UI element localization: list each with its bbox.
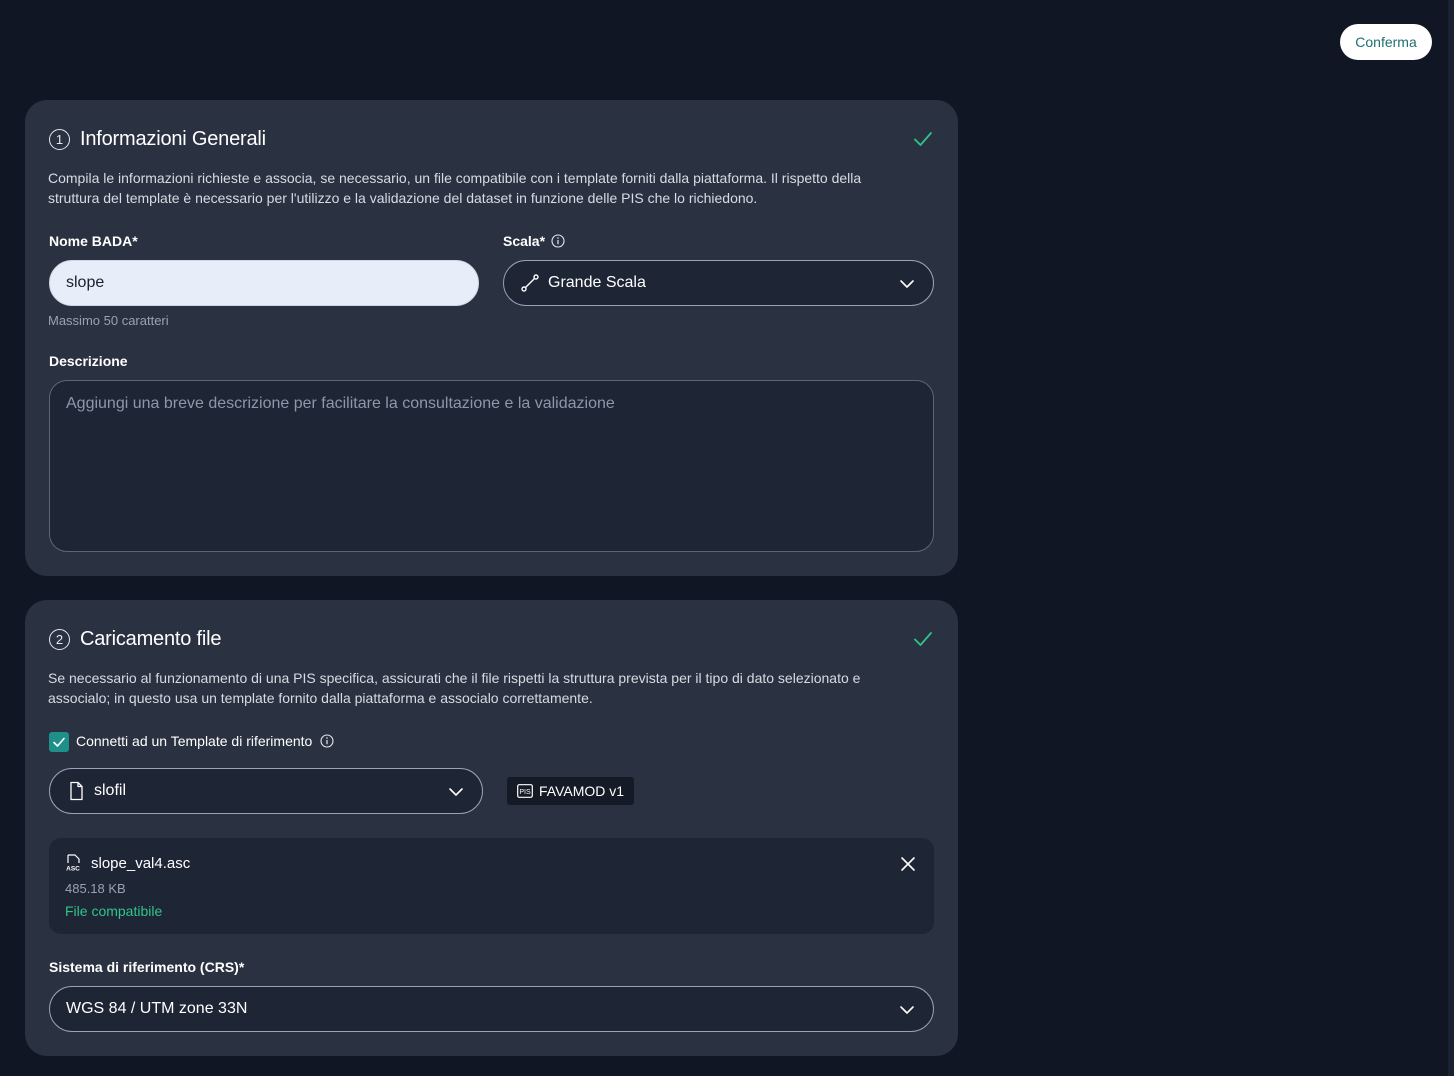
info-icon[interactable] bbox=[551, 234, 565, 248]
step-number: 2 bbox=[49, 628, 70, 650]
name-label-text: Nome BADA* bbox=[49, 233, 138, 249]
file-upload-card: 2 Caricamento file Se necessario al funz… bbox=[25, 600, 958, 1056]
template-checkbox[interactable] bbox=[49, 732, 69, 752]
confirm-button[interactable]: Conferma bbox=[1340, 24, 1432, 60]
file-status: File compatibile bbox=[65, 903, 163, 919]
chevron-down-icon bbox=[449, 788, 463, 796]
description-textarea[interactable] bbox=[49, 380, 934, 552]
name-label: Nome BADA* bbox=[49, 233, 138, 249]
template-value: slofil bbox=[94, 782, 127, 799]
description-label: Descrizione bbox=[49, 353, 128, 369]
template-select[interactable]: slofil bbox=[49, 768, 483, 814]
section-title: Informazioni Generali bbox=[80, 127, 266, 150]
crs-select[interactable]: WGS 84 / UTM zone 33N bbox=[49, 986, 934, 1032]
asc-file-icon: ASC bbox=[66, 854, 80, 873]
template-checkbox-label: Connetti ad un Template di riferimento bbox=[76, 733, 334, 749]
crs-value: WGS 84 / UTM zone 33N bbox=[66, 1000, 248, 1017]
section-title: Caricamento file bbox=[80, 627, 222, 650]
file-name-row: ASC slope_val4.asc bbox=[65, 854, 190, 872]
scale-label: Scala* bbox=[503, 233, 565, 249]
close-icon[interactable] bbox=[898, 854, 918, 874]
chevron-down-icon bbox=[900, 1006, 914, 1014]
step-number: 1 bbox=[49, 128, 70, 150]
file-size: 485.18 KB bbox=[65, 881, 126, 896]
svg-text:PIS: PIS bbox=[519, 789, 531, 796]
pis-badge-label: FAVAMOD v1 bbox=[539, 783, 625, 799]
check-icon bbox=[914, 632, 932, 646]
name-hint: Massimo 50 caratteri bbox=[48, 313, 169, 328]
pis-icon: PIS bbox=[517, 784, 533, 798]
file-name: slope_val4.asc bbox=[91, 854, 191, 872]
scale-line-icon bbox=[521, 274, 539, 292]
general-info-header: 1 Informazioni Generali bbox=[49, 126, 934, 152]
checkmark-icon bbox=[53, 737, 65, 747]
info-icon[interactable] bbox=[320, 734, 334, 748]
description-label-text: Descrizione bbox=[49, 353, 128, 369]
scale-label-text: Scala* bbox=[503, 233, 546, 249]
file-upload-header: 2 Caricamento file bbox=[49, 626, 934, 652]
scrollbar[interactable] bbox=[1448, 0, 1454, 1076]
check-icon bbox=[914, 132, 932, 146]
chevron-down-icon bbox=[900, 280, 914, 288]
crs-label: Sistema di riferimento (CRS)* bbox=[49, 959, 244, 975]
section-description: Compila le informazioni richieste e asso… bbox=[48, 170, 862, 206]
name-input[interactable] bbox=[49, 260, 479, 306]
general-info-card: 1 Informazioni Generali Compila le infor… bbox=[25, 100, 958, 576]
section-description: Se necessario al funzionamento di una PI… bbox=[48, 670, 861, 706]
file-icon bbox=[70, 781, 83, 801]
pis-badge: PIS FAVAMOD v1 bbox=[507, 777, 635, 805]
scale-select[interactable]: Grande Scala bbox=[503, 260, 934, 306]
svg-text:ASC: ASC bbox=[66, 866, 80, 873]
uploaded-file-card: ASC slope_val4.asc 485.18 KB File compat… bbox=[49, 838, 934, 934]
template-checkbox-text: Connetti ad un Template di riferimento bbox=[76, 733, 313, 749]
scale-value: Grande Scala bbox=[548, 274, 646, 291]
crs-label-text: Sistema di riferimento (CRS)* bbox=[49, 959, 245, 975]
